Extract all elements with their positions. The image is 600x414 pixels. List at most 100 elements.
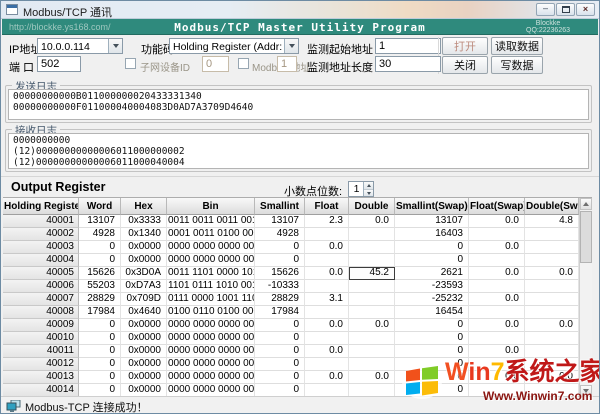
data-cell[interactable]: 0x1340 (121, 228, 167, 241)
data-cell[interactable]: 13107 (255, 215, 305, 228)
data-cell[interactable]: -10333 (255, 280, 305, 293)
data-cell[interactable]: 28829 (255, 293, 305, 306)
data-cell[interactable]: 1101 0111 1010 0011 (167, 280, 255, 293)
data-cell[interactable]: 0 (395, 254, 469, 267)
row-header-cell[interactable]: 40011 (3, 345, 79, 358)
data-cell[interactable]: 0.0 (305, 241, 349, 254)
data-cell[interactable]: 16454 (395, 306, 469, 319)
close-connection-button[interactable]: 关闭 (442, 56, 488, 74)
data-cell[interactable] (349, 241, 395, 254)
modbus-address-checkbox[interactable] (238, 58, 249, 69)
data-cell[interactable]: 15626 (255, 267, 305, 280)
monitor-start-input[interactable] (375, 38, 441, 54)
ip-combobox[interactable]: 10.0.0.114 (37, 38, 123, 54)
maximize-button[interactable] (556, 3, 575, 16)
row-header-cell[interactable]: 40006 (3, 280, 79, 293)
data-cell[interactable] (525, 228, 579, 241)
data-cell[interactable]: 0.0 (525, 267, 579, 280)
data-cell[interactable] (525, 306, 579, 319)
data-cell[interactable]: 2621 (395, 267, 469, 280)
data-cell[interactable]: 2.3 (305, 215, 349, 228)
open-button[interactable]: 打开 (442, 37, 488, 55)
decimal-places-stepper[interactable]: 1 (348, 181, 374, 197)
data-cell[interactable]: 0.0 (305, 319, 349, 332)
data-cell[interactable]: 0x0000 (121, 319, 167, 332)
minimize-button[interactable]: – (536, 3, 555, 16)
row-header-cell[interactable]: 40010 (3, 332, 79, 345)
row-header-cell[interactable]: 40001 (3, 215, 79, 228)
data-cell[interactable]: -25232 (395, 293, 469, 306)
data-cell[interactable]: 0.0 (305, 345, 349, 358)
row-header-cell[interactable]: 40008 (3, 306, 79, 319)
data-cell[interactable]: 0x3333 (121, 215, 167, 228)
data-cell[interactable]: 0.0 (469, 345, 525, 358)
data-cell[interactable]: 0011 1101 0000 1010 (167, 267, 255, 280)
modbus-address-input[interactable] (277, 56, 297, 72)
data-cell[interactable]: 0x709D (121, 293, 167, 306)
table-scrollbar[interactable] (579, 198, 592, 397)
data-cell[interactable]: 0.0 (305, 267, 349, 280)
data-cell[interactable]: 4928 (79, 228, 121, 241)
data-cell[interactable] (349, 293, 395, 306)
data-cell[interactable]: 0.0 (305, 371, 349, 384)
data-cell[interactable]: 0x0000 (121, 332, 167, 345)
data-cell[interactable]: 0.0 (349, 319, 395, 332)
function-code-combobox[interactable]: Holding Register (Addr: 4xxxx) (169, 38, 299, 54)
data-cell[interactable]: 0 (255, 332, 305, 345)
data-cell[interactable]: 17984 (79, 306, 121, 319)
ip-dropdown-button[interactable] (108, 39, 122, 53)
data-cell[interactable]: 0 (255, 241, 305, 254)
data-cell[interactable] (525, 293, 579, 306)
data-cell[interactable] (305, 306, 349, 319)
data-cell[interactable]: 0.0 (469, 215, 525, 228)
data-cell[interactable]: 4928 (255, 228, 305, 241)
data-cell[interactable]: 0 (255, 254, 305, 267)
data-cell[interactable] (469, 332, 525, 345)
data-cell[interactable]: 0 (79, 332, 121, 345)
data-cell[interactable]: 0 (395, 332, 469, 345)
data-cell[interactable]: 0xD7A3 (121, 280, 167, 293)
data-cell[interactable]: 28829 (79, 293, 121, 306)
data-cell[interactable]: 0011 0011 0011 0011 (167, 215, 255, 228)
data-cell[interactable]: 0 (255, 345, 305, 358)
row-header-cell[interactable]: 40009 (3, 319, 79, 332)
data-cell[interactable]: 0 (255, 371, 305, 384)
data-cell[interactable]: 0x4640 (121, 306, 167, 319)
send-log-textarea[interactable]: 00000000000B011000000020433331340 000000… (8, 89, 589, 120)
data-cell[interactable]: 0100 0110 0100 0000 (167, 306, 255, 319)
close-button[interactable]: × (576, 3, 595, 16)
data-cell[interactable] (349, 332, 395, 345)
row-header-cell[interactable]: 40013 (3, 371, 79, 384)
data-cell[interactable] (469, 280, 525, 293)
data-cell[interactable]: 0.0 (349, 371, 395, 384)
data-cell[interactable]: 13107 (79, 215, 121, 228)
data-cell[interactable]: 0111 0000 1001 1101 (167, 293, 255, 306)
data-cell[interactable]: 0x0000 (121, 254, 167, 267)
data-cell[interactable]: 0.0 (469, 267, 525, 280)
scrollbar-thumb[interactable] (580, 211, 592, 263)
data-cell[interactable]: 0x0000 (121, 241, 167, 254)
data-cell[interactable]: 0001 0011 0100 0000 (167, 228, 255, 241)
scroll-up-button[interactable] (580, 198, 592, 210)
function-dropdown-button[interactable] (284, 39, 298, 53)
data-cell[interactable]: 0 (395, 319, 469, 332)
data-cell[interactable] (305, 358, 349, 371)
data-cell[interactable] (469, 358, 525, 371)
data-cell[interactable] (349, 345, 395, 358)
monitor-length-input[interactable] (375, 56, 441, 72)
data-cell[interactable]: 0 (79, 319, 121, 332)
row-header-cell[interactable]: 40007 (3, 293, 79, 306)
data-cell[interactable] (469, 254, 525, 267)
row-header-cell[interactable]: 40004 (3, 254, 79, 267)
data-cell[interactable]: 0000 0000 0000 0000 (167, 358, 255, 371)
data-cell[interactable]: 0 (79, 358, 121, 371)
data-cell[interactable] (349, 358, 395, 371)
data-cell[interactable] (305, 254, 349, 267)
data-cell[interactable]: 0.0 (349, 215, 395, 228)
data-cell[interactable] (525, 358, 579, 371)
data-cell[interactable]: 0.0 (469, 371, 525, 384)
data-cell[interactable]: 0000 0000 0000 0000 (167, 371, 255, 384)
data-cell[interactable]: 0x3D0A (121, 267, 167, 280)
data-cell[interactable]: 0x0000 (121, 358, 167, 371)
data-cell[interactable]: 0 (79, 241, 121, 254)
